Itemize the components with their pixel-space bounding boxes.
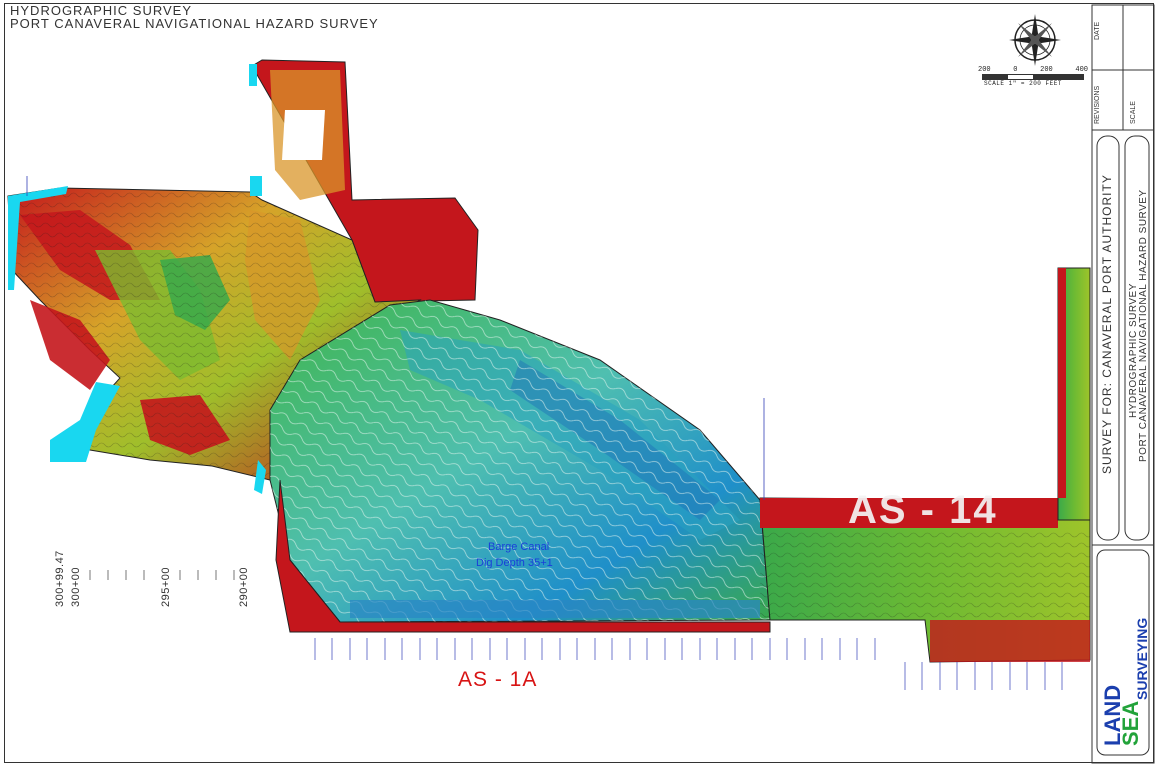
section-label-as14: AS - 14: [848, 488, 998, 532]
station-300-00: 300+00: [70, 566, 82, 607]
scale-n4: 400: [1075, 66, 1088, 74]
survey-sheet: HYDROGRAPHIC SURVEY PORT CANAVERAL NAVIG…: [0, 0, 1159, 768]
bathymetry-map: [7, 4, 1155, 764]
canal-annotation-line2: Dig Depth 35+1: [476, 557, 553, 569]
station-labels: 300+99.47 300+00 295+00 290+00: [40, 522, 280, 612]
north-arrow-icon: [1009, 14, 1061, 66]
logo-line3: SURVEYING: [1134, 617, 1150, 700]
logo-line2: SEA: [1118, 700, 1143, 746]
section-label-as1a: AS - 1A: [458, 668, 538, 691]
station-290-00: 290+00: [238, 566, 250, 607]
station-295-00: 295+00: [160, 566, 172, 607]
date-label: DATE: [1094, 21, 1101, 40]
scale-bar: 200 0 200 400 SCALE 1" = 200 FEET: [978, 66, 1088, 90]
company-logo: LAND SEA SURVEYING: [1096, 550, 1152, 755]
scale-n3: 200: [1040, 66, 1053, 74]
scale-label: SCALE: [1130, 101, 1137, 124]
revisions-label: REVISIONS: [1094, 85, 1101, 124]
survey-title-line2: PORT CANAVERAL NAVIGATIONAL HAZARD SURVE…: [1138, 189, 1149, 462]
scale-n1: 200: [978, 66, 991, 74]
scale-units: SCALE 1" = 200 FEET: [984, 80, 1062, 87]
client-label: SURVEY FOR: CANAVERAL PORT AUTHORITY: [1100, 174, 1114, 474]
station-300-99: 300+99.47: [54, 550, 66, 607]
scale-n2: 0: [1013, 66, 1018, 74]
canal-annotation-line1: Barge Canal: [488, 541, 550, 553]
